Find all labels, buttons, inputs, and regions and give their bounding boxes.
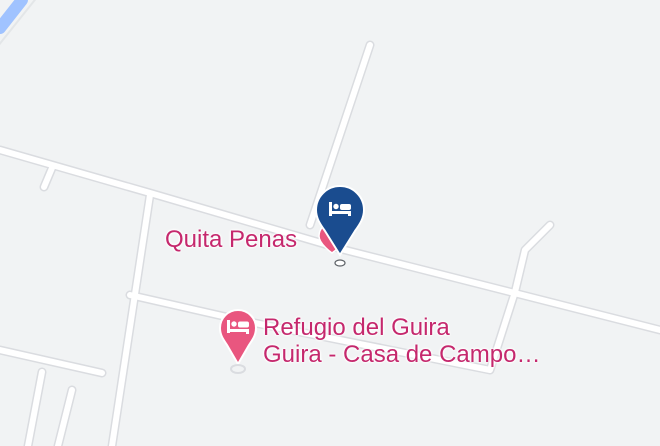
place-marker-refugio-del-guira[interactable]	[218, 308, 258, 378]
place-label-refugio-line2[interactable]: Guira - Casa de Campo…	[263, 341, 540, 369]
map-view[interactable]: Quita Penas Refugio del Guira Guira - Ca…	[0, 0, 660, 446]
place-label-quita-penas[interactable]: Quita Penas	[165, 226, 297, 254]
place-label-refugio-line1[interactable]: Refugio del Guira	[263, 314, 450, 342]
selected-marker-quita-penas[interactable]	[313, 184, 367, 270]
